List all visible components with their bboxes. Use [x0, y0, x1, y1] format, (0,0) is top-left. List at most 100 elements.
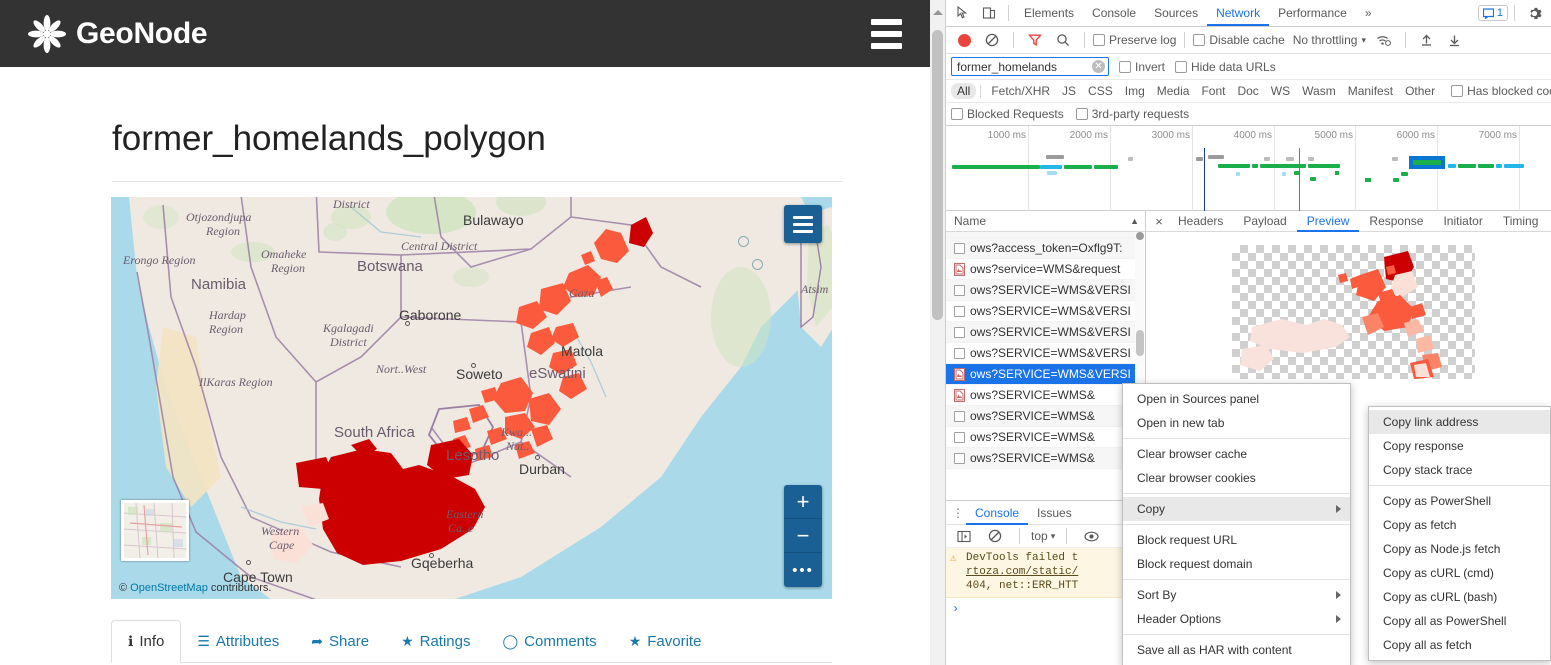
throttling-select[interactable]: No throttling ▾ — [1293, 33, 1366, 47]
drawer-menu-icon[interactable]: ⋮ — [950, 507, 966, 519]
tab-comments[interactable]: ◯ Comments — [486, 621, 612, 662]
drawer-tab-issues[interactable]: Issues — [1028, 501, 1081, 525]
menu-item-header-options[interactable]: Header Options — [1123, 607, 1350, 631]
export-har-icon[interactable] — [1442, 27, 1468, 53]
detail-tab-payload[interactable]: Payload — [1233, 211, 1296, 232]
menu-item-block-request-url[interactable]: Block request URL — [1123, 528, 1350, 552]
scrollbar-thumb[interactable] — [932, 30, 943, 320]
submenu-item-copy-stack-trace[interactable]: Copy stack trace — [1369, 458, 1550, 482]
type-filter-other[interactable]: Other — [1399, 83, 1441, 99]
openstreetmap-link[interactable]: OpenStreetMap — [130, 582, 208, 594]
filter-icon[interactable] — [1022, 27, 1048, 53]
request-row[interactable]: ows?SERVICE=WMS&VERSI — [946, 301, 1145, 322]
clear-input-icon[interactable]: ✕ — [1092, 60, 1105, 73]
submenu-item-copy-response[interactable]: Copy response — [1369, 434, 1550, 458]
preserve-log-checkbox[interactable]: Preserve log — [1093, 33, 1176, 47]
console-context-select[interactable]: top ▾ — [1031, 529, 1055, 543]
menu-item-block-request-domain[interactable]: Block request domain — [1123, 552, 1350, 576]
detail-tab-initiator[interactable]: Initiator — [1433, 211, 1492, 232]
map-viewport[interactable]: Otjozondjupa Region Omaheke Region Erongo Re… — [111, 197, 832, 599]
close-icon[interactable]: × — [1150, 214, 1168, 229]
more-tabs-button[interactable]: » — [1356, 0, 1381, 26]
tab-share[interactable]: ➦ Share — [295, 621, 385, 662]
type-filter-css[interactable]: CSS — [1082, 83, 1119, 99]
search-icon[interactable] — [1050, 27, 1076, 53]
type-filter-manifest[interactable]: Manifest — [1342, 83, 1399, 99]
menu-item-clear-browser-cache[interactable]: Clear browser cache — [1123, 442, 1350, 466]
drawer-tab-console[interactable]: Console — [966, 501, 1028, 525]
type-filter-js[interactable]: JS — [1056, 83, 1082, 99]
inspect-element-icon[interactable] — [950, 0, 976, 26]
third-party-requests-checkbox[interactable]: 3rd-party requests — [1075, 107, 1189, 121]
submenu-item-copy-as-curl-bash[interactable]: Copy as cURL (bash) — [1369, 585, 1550, 609]
type-filter-doc[interactable]: Doc — [1231, 83, 1264, 99]
record-stop-icon[interactable] — [951, 27, 977, 53]
map-zoom-controls[interactable]: + − ••• — [784, 485, 822, 587]
scrollbar-thumb[interactable] — [1136, 330, 1144, 356]
console-sidebar-icon[interactable] — [951, 523, 977, 549]
import-har-icon[interactable] — [1414, 27, 1440, 53]
request-row[interactable]: ows?SERVICE=WMS& — [946, 427, 1145, 448]
scroll-up-thumb[interactable] — [1136, 232, 1144, 240]
clear-console-icon[interactable] — [982, 523, 1008, 549]
devtools-tab-console[interactable]: Console — [1083, 0, 1145, 26]
type-filter-media[interactable]: Media — [1151, 83, 1196, 99]
hide-data-urls-checkbox[interactable]: Hide data URLs — [1175, 60, 1276, 74]
device-toolbar-icon[interactable] — [976, 0, 1002, 26]
hamburger-icon[interactable] — [858, 0, 914, 67]
issues-badge[interactable]: 1 — [1477, 5, 1508, 21]
submenu-item-copy-link-address[interactable]: Copy link address — [1369, 410, 1550, 434]
menu-item-open-in-sources-panel[interactable]: Open in Sources panel — [1123, 387, 1350, 411]
submenu-item-copy-as-powershell[interactable]: Copy as PowerShell — [1369, 489, 1550, 513]
console-prompt[interactable]: › — [946, 598, 1146, 620]
tab-attributes[interactable]: ☰ Attributes — [181, 621, 295, 662]
request-row[interactable]: ows?SERVICE=WMS&VERSI — [946, 280, 1145, 301]
devtools-tab-network[interactable]: Network — [1207, 0, 1269, 26]
type-filter-fetch-xhr[interactable]: Fetch/XHR — [985, 83, 1056, 99]
map-more-button[interactable]: ••• — [784, 553, 822, 587]
tab-favorite[interactable]: ★ Favorite — [613, 621, 718, 662]
submenu-item-copy-all-as-fetch[interactable]: Copy all as fetch — [1369, 633, 1550, 657]
devtools-tab-performance[interactable]: Performance — [1269, 0, 1356, 26]
submenu-item-copy-all-as-powershell[interactable]: Copy all as PowerShell — [1369, 609, 1550, 633]
request-row[interactable]: ows?SERVICE=WMS& — [946, 406, 1145, 427]
console-message-line-2[interactable]: rtoza.com/static/ — [966, 566, 1078, 578]
type-filter-all[interactable]: All — [951, 83, 977, 99]
menu-item-open-in-new-tab[interactable]: Open in new tab — [1123, 411, 1350, 435]
network-conditions-icon[interactable] — [1371, 27, 1397, 53]
detail-tab-timing[interactable]: Timing — [1493, 211, 1549, 232]
tab-info[interactable]: ℹ Info — [111, 620, 182, 663]
type-filter-wasm[interactable]: Wasm — [1296, 83, 1342, 99]
invert-checkbox[interactable]: Invert — [1119, 60, 1165, 74]
request-list-header[interactable]: Name ▲ — [946, 211, 1145, 232]
blocked-requests-checkbox[interactable]: Blocked Requests — [951, 107, 1064, 121]
detail-tab-headers[interactable]: Headers — [1168, 211, 1233, 232]
live-expression-icon[interactable] — [1078, 523, 1104, 549]
request-row[interactable]: ows?SERVICE=WMS&VERSI — [946, 343, 1145, 364]
minimap[interactable] — [121, 500, 189, 561]
menu-item-save-all-as-har-with-content[interactable]: Save all as HAR with content — [1123, 638, 1350, 662]
submenu-item-copy-as-curl-cmd[interactable]: Copy as cURL (cmd) — [1369, 561, 1550, 585]
request-row[interactable]: ows?SERVICE=WMS&VERSI — [946, 364, 1145, 385]
menu-item-clear-browser-cookies[interactable]: Clear browser cookies — [1123, 466, 1350, 490]
submenu-item-copy-as-node-js-fetch[interactable]: Copy as Node.js fetch — [1369, 537, 1550, 561]
geonode-brand[interactable]: GeoNode — [26, 13, 208, 55]
type-filter-img[interactable]: Img — [1119, 83, 1151, 99]
menu-item-sort-by[interactable]: Sort By — [1123, 583, 1350, 607]
network-overview-timeline[interactable]: 1000 ms 2000 ms 3000 ms 4000 ms 5000 ms 6000 … — [946, 126, 1551, 211]
menu-item-copy[interactable]: Copy — [1123, 497, 1350, 521]
devtools-tab-sources[interactable]: Sources — [1145, 0, 1207, 26]
request-row[interactable]: ows?SERVICE=WMS& — [946, 448, 1145, 469]
request-row[interactable]: ows?SERVICE=WMS&VERSI — [946, 322, 1145, 343]
detail-tab-preview[interactable]: Preview — [1297, 211, 1360, 232]
request-row[interactable]: ows?SERVICE=WMS& — [946, 385, 1145, 406]
zoom-in-button[interactable]: + — [784, 485, 822, 519]
type-filter-font[interactable]: Font — [1195, 83, 1231, 99]
devtools-tab-elements[interactable]: Elements — [1015, 0, 1083, 26]
filter-input[interactable]: former_homelands ✕ — [951, 57, 1109, 76]
submenu-item-copy-as-fetch[interactable]: Copy as fetch — [1369, 513, 1550, 537]
map-layers-menu-icon[interactable] — [784, 205, 822, 243]
has-blocked-cookies-checkbox[interactable]: Has blocked cookies — [1451, 84, 1551, 98]
tab-ratings[interactable]: ★ Ratings — [385, 621, 486, 662]
clear-icon[interactable] — [979, 27, 1005, 53]
